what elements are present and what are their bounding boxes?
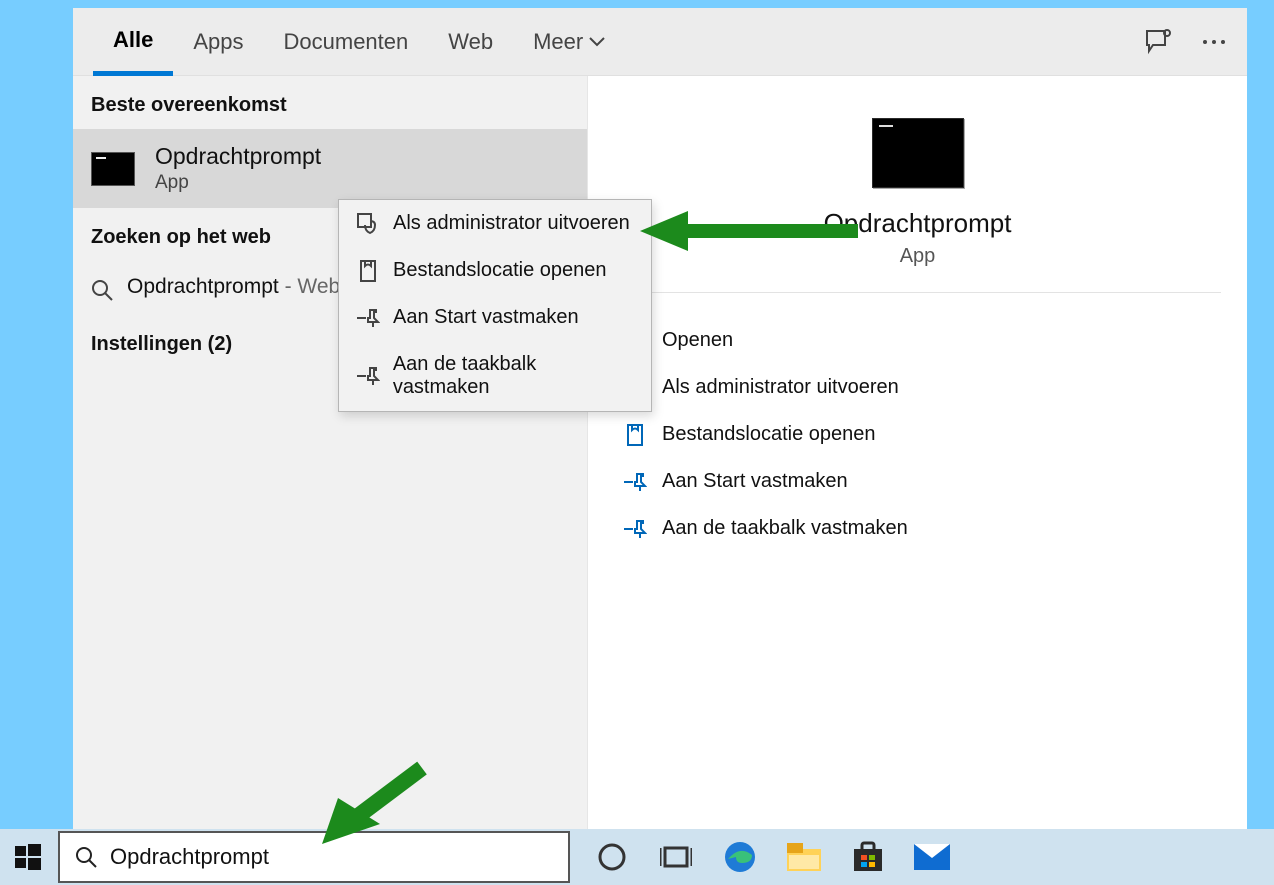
cm-open-location-label: Bestandslocatie openen xyxy=(393,259,607,282)
details-pane: Opdrachtprompt App Openen Als adm xyxy=(587,76,1247,829)
chevron-down-icon xyxy=(589,37,605,47)
search-tabs: Alle Apps Documenten Web Meer xyxy=(73,8,1247,76)
best-match-header: Beste overeenkomst xyxy=(73,76,587,129)
context-menu: Als administrator uitvoeren Bestandsloca… xyxy=(338,199,652,412)
cm-pin-start-label: Aan Start vastmaken xyxy=(393,306,579,329)
action-run-as-admin[interactable]: Als administrator uitvoeren xyxy=(614,364,1221,411)
start-button[interactable] xyxy=(0,829,56,885)
cm-pin-start[interactable]: Aan Start vastmaken xyxy=(339,294,651,341)
best-match-item[interactable]: Opdrachtprompt App xyxy=(73,129,587,208)
cm-pin-taskbar-label: Aan de taakbalk vastmaken xyxy=(393,353,637,399)
cm-run-as-admin-label: Als administrator uitvoeren xyxy=(393,212,630,235)
action-pin-start[interactable]: Aan Start vastmaken xyxy=(614,458,1221,505)
mail-icon[interactable] xyxy=(912,837,952,877)
tab-all[interactable]: Alle xyxy=(93,8,173,76)
edge-icon[interactable] xyxy=(720,837,760,877)
action-open-location-label: Bestandslocatie openen xyxy=(662,423,876,446)
tab-more[interactable]: Meer xyxy=(513,8,625,76)
search-content: Beste overeenkomst Opdrachtprompt App Zo… xyxy=(73,76,1247,829)
task-view-icon[interactable] xyxy=(656,837,696,877)
cmd-large-icon xyxy=(872,118,964,188)
best-match-title: Opdrachtprompt xyxy=(155,143,321,170)
pin-taskbar-icon xyxy=(618,519,652,539)
action-open-location[interactable]: Bestandslocatie openen xyxy=(614,411,1221,458)
tab-apps[interactable]: Apps xyxy=(173,8,263,76)
action-open[interactable]: Openen xyxy=(614,317,1221,364)
app-hero: Opdrachtprompt App xyxy=(614,100,1221,293)
results-list: Beste overeenkomst Opdrachtprompt App Zo… xyxy=(73,76,587,829)
pin-taskbar-icon xyxy=(353,366,383,386)
best-match-subtitle: App xyxy=(155,172,321,194)
cm-open-location[interactable]: Bestandslocatie openen xyxy=(339,247,651,294)
pin-start-icon xyxy=(353,308,383,328)
more-options-icon[interactable] xyxy=(1201,38,1227,46)
action-pin-start-label: Aan Start vastmaken xyxy=(662,470,848,493)
taskbar-icons xyxy=(592,837,952,877)
tab-more-label: Meer xyxy=(533,29,583,55)
action-pin-taskbar-label: Aan de taakbalk vastmaken xyxy=(662,517,908,540)
shield-icon xyxy=(353,213,383,235)
tab-web[interactable]: Web xyxy=(428,8,513,76)
file-explorer-icon[interactable] xyxy=(784,837,824,877)
cmd-thumbnail-icon xyxy=(91,152,135,186)
tab-documents[interactable]: Documenten xyxy=(264,8,429,76)
action-run-as-admin-label: Als administrator uitvoeren xyxy=(662,376,899,399)
cm-run-as-admin[interactable]: Als administrator uitvoeren xyxy=(339,200,651,247)
details-subtitle: App xyxy=(900,245,936,268)
cortana-icon[interactable] xyxy=(592,837,632,877)
details-actions: Openen Als administrator uitvoeren Besta… xyxy=(614,293,1221,552)
action-pin-taskbar[interactable]: Aan de taakbalk vastmaken xyxy=(614,505,1221,552)
search-panel: Alle Apps Documenten Web Meer Beste over… xyxy=(73,8,1247,829)
annotation-arrow-icon xyxy=(314,758,434,848)
search-icon xyxy=(91,279,113,301)
feedback-icon[interactable] xyxy=(1145,29,1173,55)
folder-icon xyxy=(618,424,652,446)
folder-icon xyxy=(353,260,383,282)
annotation-arrow-icon xyxy=(640,205,860,257)
search-icon xyxy=(74,845,98,869)
cm-pin-taskbar[interactable]: Aan de taakbalk vastmaken xyxy=(339,341,651,411)
pin-start-icon xyxy=(618,472,652,492)
taskbar xyxy=(0,829,1274,885)
windows-logo-icon xyxy=(15,844,41,870)
action-open-label: Openen xyxy=(662,329,733,352)
microsoft-store-icon[interactable] xyxy=(848,837,888,877)
